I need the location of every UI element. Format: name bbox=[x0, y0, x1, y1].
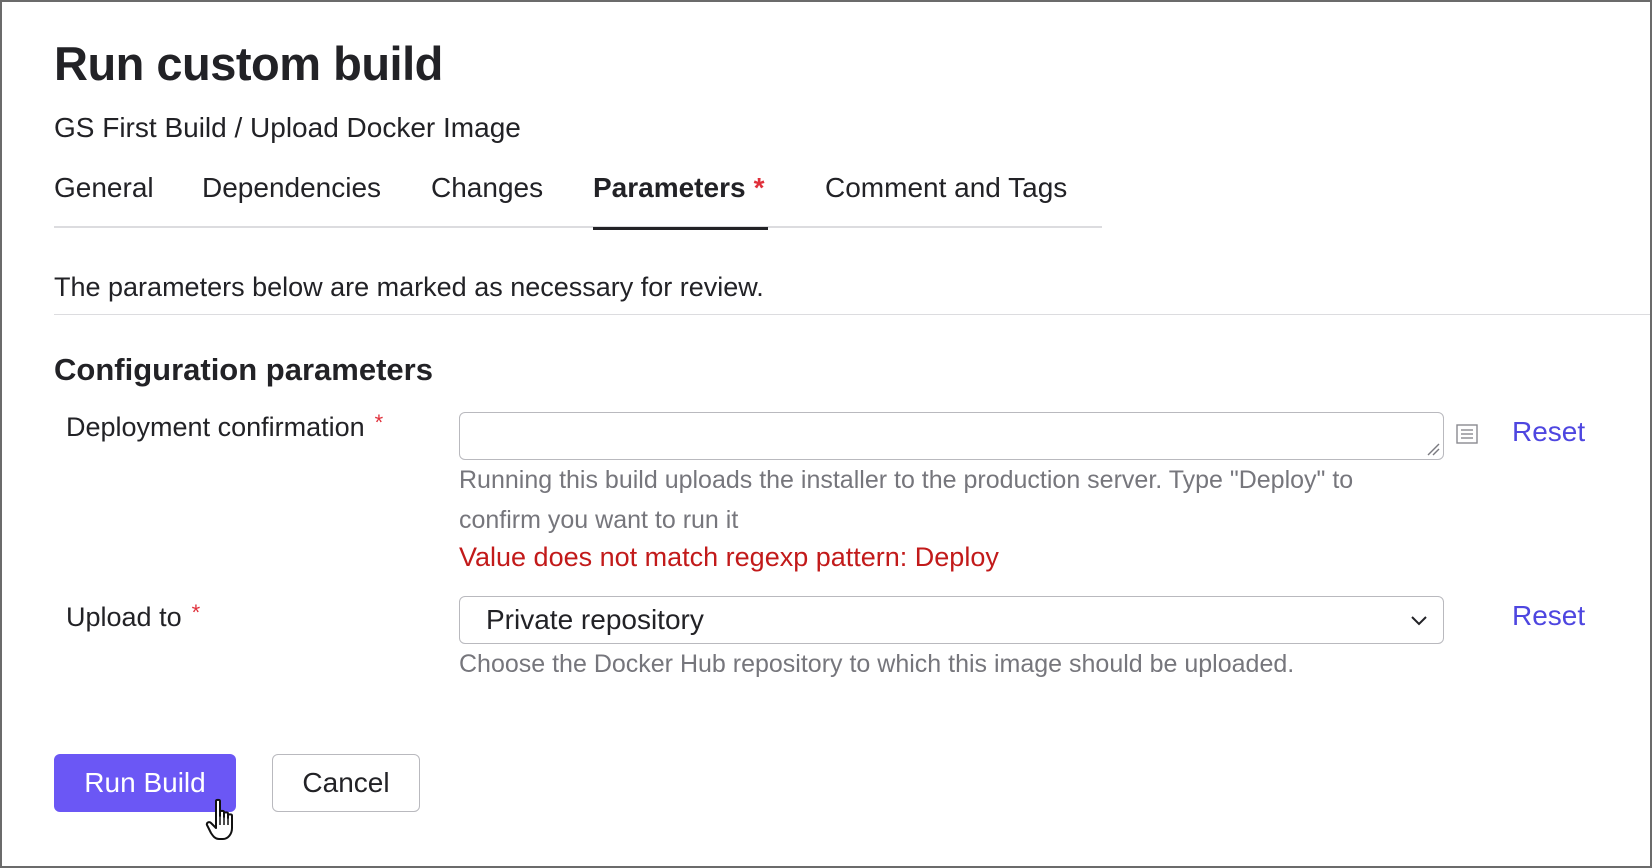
tab-changes[interactable]: Changes bbox=[431, 172, 593, 228]
tab-label: Comment and Tags bbox=[825, 172, 1068, 203]
tab-parameters[interactable]: Parameters * bbox=[593, 172, 768, 230]
selected-value: Private repository bbox=[486, 604, 704, 635]
resize-grip-icon[interactable] bbox=[1426, 442, 1440, 456]
help-text-deployment-confirmation: Running this build uploads the installer… bbox=[459, 466, 1354, 534]
tab-label: General bbox=[54, 172, 154, 203]
tab-dependencies[interactable]: Dependencies bbox=[202, 172, 431, 228]
divider bbox=[54, 314, 1650, 315]
param-label-text: Deployment confirmation bbox=[66, 412, 365, 442]
validation-error: Value does not match regexp pattern: Dep… bbox=[459, 542, 999, 572]
tab-comment-and-tags[interactable]: Comment and Tags bbox=[825, 172, 1067, 228]
param-label-deployment-confirmation: Deployment confirmation * bbox=[66, 410, 383, 443]
chevron-down-icon bbox=[1411, 616, 1427, 626]
tab-label: Dependencies bbox=[202, 172, 382, 203]
deployment-confirmation-input[interactable] bbox=[459, 412, 1444, 460]
required-marker: * bbox=[753, 172, 765, 203]
list-icon[interactable] bbox=[1456, 424, 1478, 444]
run-custom-build-dialog: Run custom build GS First Build / Upload… bbox=[0, 0, 1652, 868]
breadcrumb: GS First Build / Upload Docker Image bbox=[54, 112, 521, 143]
hand-pointer-icon bbox=[205, 798, 233, 840]
upload-to-select[interactable]: Private repository bbox=[459, 596, 1444, 644]
tab-bar: General Dependencies Changes Parameters … bbox=[54, 172, 1102, 230]
required-marker: * bbox=[191, 600, 201, 625]
required-marker: * bbox=[374, 410, 384, 435]
section-title: Configuration parameters bbox=[54, 352, 433, 387]
reset-link-upload-to[interactable]: Reset bbox=[1512, 600, 1585, 632]
help-text-upload-to: Choose the Docker Hub repository to whic… bbox=[459, 650, 1295, 678]
page-title: Run custom build bbox=[54, 37, 443, 90]
param-label-text: Upload to bbox=[66, 602, 182, 632]
reset-link-deployment-confirmation[interactable]: Reset bbox=[1512, 416, 1585, 448]
review-notice: The parameters below are marked as neces… bbox=[54, 272, 764, 302]
tab-general[interactable]: General bbox=[54, 172, 202, 228]
tab-label: Parameters bbox=[593, 172, 746, 203]
tab-label: Changes bbox=[431, 172, 544, 203]
cancel-button[interactable]: Cancel bbox=[272, 754, 420, 812]
param-label-upload-to: Upload to * bbox=[66, 600, 200, 633]
